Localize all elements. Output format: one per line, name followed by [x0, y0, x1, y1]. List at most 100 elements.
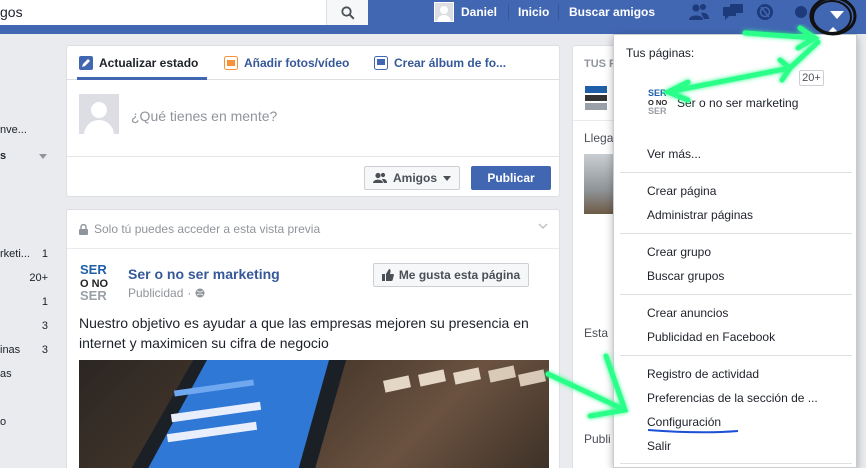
logo-text-ser2: SER	[648, 106, 667, 115]
publish-button[interactable]: Publicar	[471, 166, 551, 190]
right-label: Llega	[584, 131, 614, 145]
friend-requests-icon	[689, 4, 709, 20]
logo-text-ser: SER	[80, 262, 107, 277]
menu-separator	[620, 233, 852, 234]
status-input[interactable]: ¿Qué tienes en mente?	[131, 108, 277, 124]
privacy-icon	[795, 6, 807, 18]
lock-icon	[79, 223, 88, 235]
audience-selector[interactable]: Amigos	[364, 166, 460, 190]
notifications-button[interactable]	[754, 3, 776, 21]
nav-divider	[558, 4, 559, 20]
search-input[interactable]: gos	[0, 4, 23, 20]
avatar	[79, 94, 119, 134]
composer-tabs: Actualizar estado Añadir fotos/vídeo Cre…	[67, 46, 559, 80]
tab-update-status[interactable]: Actualizar estado	[79, 56, 198, 70]
search-icon	[340, 5, 355, 20]
create-page-item[interactable]: Crear página	[647, 184, 716, 198]
see-more-link[interactable]: Ver más...	[647, 147, 701, 161]
post-image[interactable]	[79, 360, 549, 468]
newsfeed-preferences-item[interactable]: Preferencias de la sección de ...	[647, 391, 818, 405]
avatar	[434, 2, 454, 22]
like-page-label: Me gusta esta página	[398, 268, 521, 282]
find-groups-item[interactable]: Buscar grupos	[647, 269, 724, 283]
thumbnail[interactable]	[584, 154, 614, 214]
sidebar-item[interactable]: inas	[0, 344, 20, 356]
menu-separator	[620, 294, 852, 295]
tab-label: Actualizar estado	[99, 56, 199, 70]
right-heading: TUS P	[584, 58, 617, 70]
sidebar-item[interactable]: nve...	[0, 124, 27, 136]
page-logo[interactable]: SER O NO SER	[79, 262, 119, 302]
active-tab-indicator	[77, 77, 207, 80]
nav-divider	[508, 4, 509, 20]
create-group-item[interactable]: Crear grupo	[647, 245, 711, 259]
left-sidebar: nve... s rketi... 1 20+ 1 3 inas 3 as o	[0, 34, 56, 468]
tab-add-photos[interactable]: Añadir fotos/vídeo	[224, 56, 349, 70]
account-menu-button[interactable]	[822, 2, 852, 28]
sidebar-count: 20+	[29, 272, 48, 284]
sidebar-count: 3	[41, 320, 48, 332]
privacy-shortcuts-button[interactable]	[790, 3, 812, 21]
chevron-down-icon[interactable]	[537, 220, 549, 232]
sidebar-count: 1	[41, 296, 48, 308]
menu-separator	[620, 463, 852, 464]
like-page-button[interactable]: Me gusta esta página	[373, 263, 529, 287]
tab-create-album[interactable]: Crear álbum de fo...	[374, 56, 506, 70]
status-composer: Actualizar estado Añadir fotos/vídeo Cre…	[66, 45, 560, 197]
page-name-link[interactable]: Ser o no ser marketing	[128, 266, 280, 282]
manage-pages-item[interactable]: Administrar páginas	[647, 208, 753, 222]
search-button[interactable]	[326, 0, 368, 25]
user-name: Daniel	[461, 5, 498, 19]
logout-item[interactable]: Salir	[647, 439, 671, 453]
page-logo[interactable]	[584, 84, 610, 112]
logo-text-ser: SER	[648, 88, 667, 98]
facebook-ads-item[interactable]: Publicidad en Facebook	[647, 330, 775, 344]
logo-text-ser2: SER	[80, 288, 107, 302]
tab-label: Añadir fotos/vídeo	[244, 56, 350, 70]
notifications-icon	[757, 4, 773, 20]
your-pages-heading: Tus páginas:	[626, 46, 695, 60]
sponsored-label: Publicidad	[128, 286, 184, 300]
sponsored-post-preview: Solo tú puedes acceder a esta vista prev…	[66, 209, 560, 468]
home-link[interactable]: Inicio	[518, 5, 549, 19]
audience-label: Amigos	[392, 171, 437, 185]
friends-icon	[372, 172, 387, 183]
dropdown-arrow-icon	[830, 11, 844, 19]
find-friends-link[interactable]: Buscar amigos	[569, 5, 655, 19]
sidebar-item[interactable]: as	[0, 368, 12, 380]
friend-requests-button[interactable]	[688, 3, 710, 21]
globe-icon	[195, 288, 205, 298]
pages-count-badge: 20+	[799, 70, 824, 86]
pencil-icon	[79, 56, 93, 70]
profile-link[interactable]: Daniel	[434, 2, 497, 22]
sidebar-count: 1	[41, 248, 48, 260]
right-label: Publi	[584, 432, 611, 446]
meta-separator: ·	[187, 286, 192, 300]
composer-footer: Amigos Publicar	[67, 156, 559, 197]
sidebar-item[interactable]: s	[0, 150, 6, 162]
menu-separator	[620, 355, 852, 356]
tab-label: Crear álbum de fo...	[394, 56, 507, 70]
preview-notice-text: Solo tú puedes acceder a esta vista prev…	[94, 222, 321, 236]
preview-notice: Solo tú puedes acceder a esta vista prev…	[79, 222, 320, 236]
messages-icon	[723, 4, 743, 20]
phone-photo	[131, 360, 546, 468]
album-icon	[374, 56, 388, 70]
photo-icon	[224, 56, 238, 70]
chevron-down-icon	[443, 175, 451, 181]
top-navigation-bar: gos Daniel Inicio Buscar amigos	[0, 0, 866, 34]
search-box[interactable]: gos	[0, 0, 368, 25]
sidebar-item[interactable]: o	[0, 416, 6, 428]
post-meta: Publicidad ·	[128, 286, 205, 300]
activity-log-item[interactable]: Registro de actividad	[647, 367, 759, 381]
create-ads-item[interactable]: Crear anuncios	[647, 306, 728, 320]
chevron-down-icon	[39, 154, 47, 159]
dropdown-page-link[interactable]: Ser o no ser marketing	[677, 96, 798, 110]
settings-item[interactable]: Configuración	[647, 415, 721, 429]
account-dropdown-menu: Tus páginas: 20+ SER O NO SER Ser o no s…	[613, 34, 857, 468]
messages-button[interactable]	[722, 3, 744, 21]
divider	[67, 248, 559, 249]
post-text: Nuestro objetivo es ayudar a que las emp…	[79, 315, 529, 351]
sidebar-count: 3	[41, 344, 48, 356]
page-logo[interactable]: SER O NO SER	[648, 87, 672, 115]
